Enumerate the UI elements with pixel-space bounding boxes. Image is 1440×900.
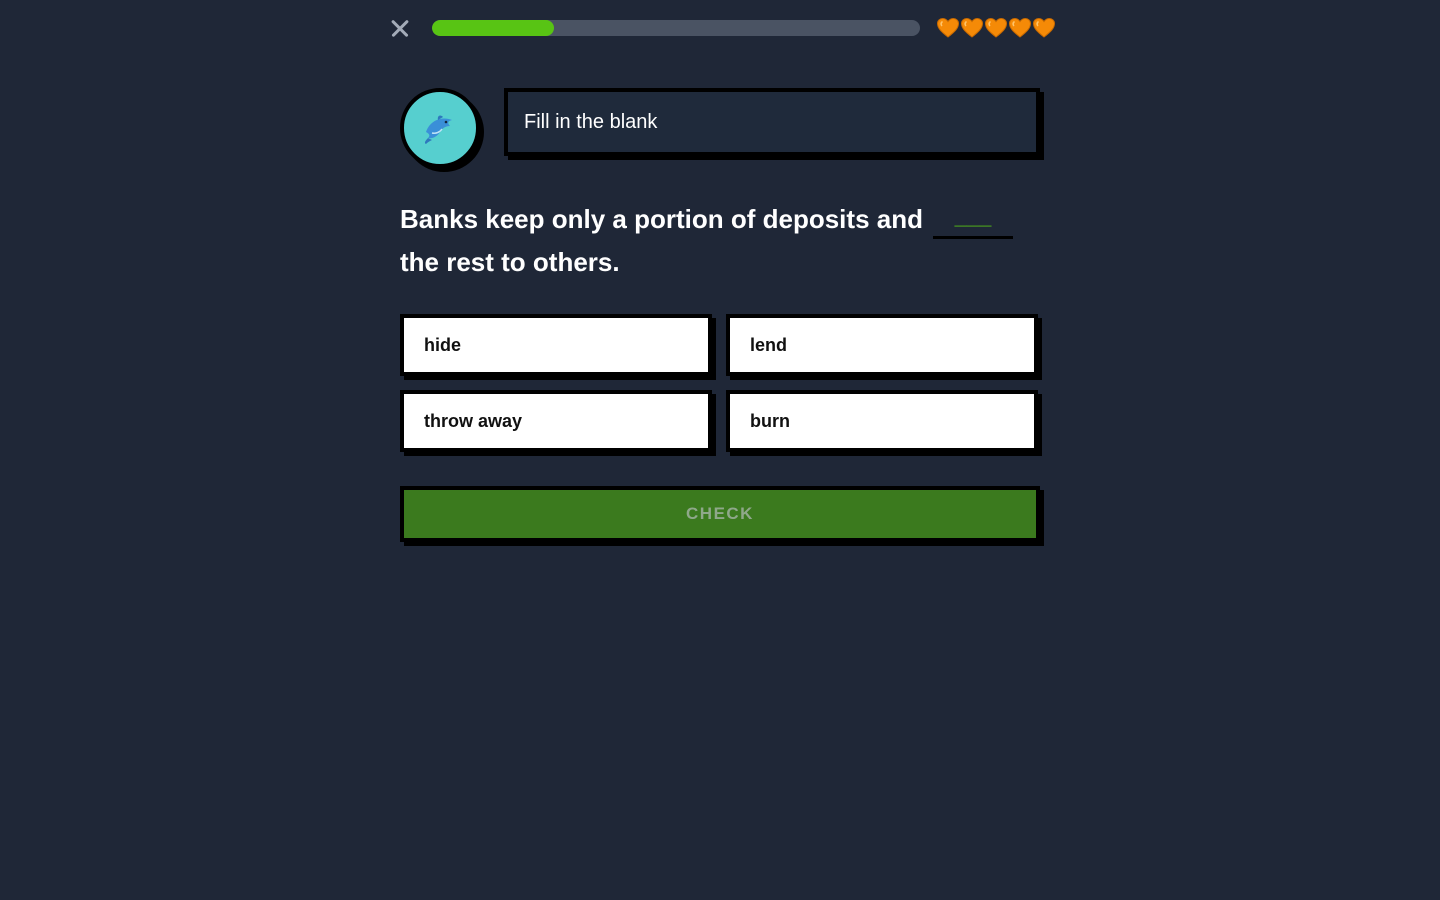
heart-icon (1008, 17, 1032, 38)
option-hide[interactable]: hide (400, 314, 712, 376)
mascot-circle (400, 88, 480, 168)
answer-blank: ___ (932, 198, 1013, 239)
option-throw-away[interactable]: throw away (400, 390, 712, 452)
check-button[interactable]: CHECK (400, 486, 1040, 542)
lives-hearts (936, 15, 1056, 43)
answer-options: hide lend throw away burn (400, 314, 1040, 452)
heart-icon (984, 17, 1008, 38)
heart-icon (1032, 17, 1056, 38)
lesson-header (386, 12, 1058, 44)
mascot-avatar (400, 88, 484, 172)
option-lend[interactable]: lend (726, 314, 1038, 376)
question-text-before: Banks keep only a portion of deposits an… (400, 204, 923, 234)
question-sentence: Banks keep only a portion of deposits an… (400, 198, 1040, 284)
close-icon[interactable] (386, 14, 414, 42)
instruction-text: Fill in the blank (524, 110, 658, 133)
lesson-progress-bar (432, 20, 920, 36)
lesson-progress-fill (432, 20, 554, 36)
dolphin-icon (424, 115, 452, 144)
option-burn[interactable]: burn (726, 390, 1038, 452)
question-text-after: the rest to others. (400, 247, 620, 277)
heart-icon (936, 17, 960, 38)
heart-icon (960, 17, 984, 38)
instruction-box: Fill in the blank (504, 88, 1040, 156)
